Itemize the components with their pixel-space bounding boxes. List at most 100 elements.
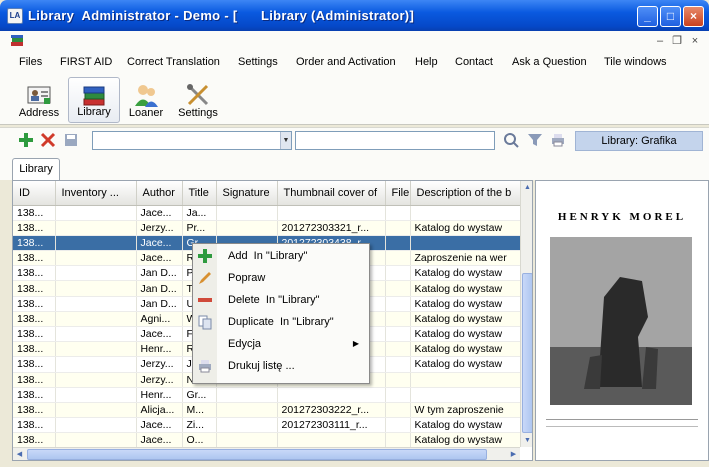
table-cell: 201272303321_r... bbox=[277, 220, 386, 236]
menu-settings[interactable]: Settings bbox=[238, 56, 278, 68]
close-button[interactable]: × bbox=[683, 6, 704, 27]
table-cell bbox=[385, 432, 411, 447]
table-row[interactable]: 138... Alicja... M... 201272303222_r... W ty… bbox=[13, 402, 520, 419]
ctx-delete-label: Delete In "Library" bbox=[228, 294, 320, 306]
table-row[interactable]: 138... Jace... Ja... bbox=[13, 205, 520, 221]
table-row[interactable]: 138... Henr... Gr... bbox=[13, 387, 520, 403]
save-icon[interactable] bbox=[63, 132, 79, 148]
table-cell bbox=[410, 235, 520, 252]
ctx-duplicate-item[interactable]: Duplicate In "Library" bbox=[193, 312, 369, 333]
table-cell: 201272303222_r... bbox=[277, 402, 386, 419]
column-header[interactable]: Inventory ... bbox=[55, 181, 137, 206]
scroll-up-icon[interactable]: ▲ bbox=[521, 181, 532, 194]
vertical-scrollbar[interactable]: ▲ ▼ bbox=[520, 181, 532, 447]
ctx-print-list-item[interactable]: Drukuj listę ... bbox=[193, 356, 369, 377]
minimize-button[interactable]: _ bbox=[637, 6, 658, 27]
menu-files[interactable]: Files bbox=[19, 56, 42, 68]
column-header[interactable]: Title bbox=[182, 181, 217, 206]
menu-order-activation[interactable]: Order and Activation bbox=[296, 56, 396, 68]
delete-icon[interactable] bbox=[40, 132, 56, 148]
table-cell bbox=[385, 417, 411, 434]
table-cell bbox=[385, 387, 411, 403]
filter-combo[interactable]: ▼ bbox=[92, 131, 292, 150]
table-cell: Pr... bbox=[182, 220, 217, 236]
table-cell: 138... bbox=[13, 372, 56, 388]
table-cell: Katalog do wystaw bbox=[410, 326, 520, 343]
table-cell bbox=[385, 402, 411, 419]
add-icon[interactable] bbox=[18, 132, 34, 148]
scroll-right-icon[interactable]: ▶ bbox=[507, 448, 520, 460]
column-header[interactable]: Author bbox=[136, 181, 183, 206]
print-icon[interactable] bbox=[550, 132, 566, 148]
scroll-down-icon[interactable]: ▼ bbox=[521, 434, 532, 447]
table-cell: Jace... bbox=[136, 417, 183, 434]
menu-tile-windows[interactable]: Tile windows bbox=[604, 56, 667, 68]
table-cell bbox=[385, 372, 411, 388]
column-header[interactable]: Signature bbox=[216, 181, 278, 206]
address-card-icon bbox=[27, 86, 51, 104]
column-header[interactable]: Thumbnail cover of bbox=[277, 181, 386, 206]
filter-icon[interactable] bbox=[527, 132, 543, 148]
table-row[interactable]: 138... Jerzy... Pr... 201272303321_r... Kata… bbox=[13, 220, 520, 236]
table-cell: 138... bbox=[13, 235, 56, 252]
table-cell: Katalog do wystaw bbox=[410, 432, 520, 447]
table-cell: Jace... bbox=[136, 250, 183, 267]
menu-ask-question[interactable]: Ask a Question bbox=[512, 56, 587, 68]
column-header[interactable]: Description of the b bbox=[410, 181, 520, 206]
table-cell: Zaproszenie na wer bbox=[410, 250, 520, 267]
table-cell: O... bbox=[182, 432, 217, 447]
submenu-arrow-icon: ▶ bbox=[352, 339, 359, 348]
ctx-edit-item[interactable]: Popraw bbox=[193, 268, 369, 289]
ctx-add-item[interactable]: Add In "Library" bbox=[193, 246, 369, 267]
settings-button[interactable]: Settings bbox=[176, 77, 220, 123]
table-cell bbox=[277, 205, 386, 221]
table-cell bbox=[55, 341, 137, 358]
table-cell: Jan D... bbox=[136, 280, 183, 297]
table-cell: Jerzy... bbox=[136, 220, 183, 236]
chevron-down-icon[interactable]: ▼ bbox=[280, 132, 291, 149]
ctx-edition-submenu[interactable]: Edycja ▶ bbox=[193, 334, 369, 355]
table-cell: 138... bbox=[13, 265, 56, 282]
table-cell bbox=[216, 220, 278, 236]
table-cell bbox=[385, 296, 411, 312]
table-row[interactable]: 138... Jace... Zi... 201272303111_r... Katal… bbox=[13, 417, 520, 434]
table-cell: Katalog do wystaw bbox=[410, 280, 520, 297]
people-icon bbox=[135, 85, 158, 107]
table-cell bbox=[216, 402, 278, 419]
table-cell: Katalog do wystaw bbox=[410, 417, 520, 434]
table-cell: Jace... bbox=[136, 432, 183, 447]
mdi-close-button[interactable]: × bbox=[688, 34, 702, 48]
column-header[interactable]: File bbox=[385, 181, 411, 206]
menu-correct-translation[interactable]: Correct Translation bbox=[127, 56, 220, 68]
loaner-button[interactable]: Loaner bbox=[124, 77, 168, 123]
table-cell bbox=[216, 417, 278, 434]
vertical-scroll-thumb[interactable] bbox=[522, 273, 532, 433]
search-input[interactable] bbox=[295, 131, 495, 150]
ctx-delete-item[interactable]: Delete In "Library" bbox=[193, 290, 369, 311]
menu-help[interactable]: Help bbox=[415, 56, 438, 68]
table-cell: Katalog do wystaw bbox=[410, 220, 520, 236]
maximize-button[interactable]: □ bbox=[660, 6, 681, 27]
table-row[interactable]: 138... Jace... O... Katalog do wystaw bbox=[13, 432, 520, 447]
table-cell bbox=[55, 356, 137, 373]
horizontal-scroll-thumb[interactable] bbox=[27, 449, 487, 460]
table-cell: 201272303111_r... bbox=[277, 417, 386, 434]
search-icon[interactable] bbox=[503, 132, 519, 148]
horizontal-scrollbar[interactable]: ◀ ▶ bbox=[13, 447, 520, 460]
mdi-minimize-button[interactable]: – bbox=[653, 34, 667, 48]
table-cell bbox=[55, 265, 137, 282]
add-icon bbox=[198, 249, 212, 263]
table-cell bbox=[385, 250, 411, 267]
menu-contact[interactable]: Contact bbox=[455, 56, 493, 68]
table-cell: Henr... bbox=[136, 387, 183, 403]
scroll-left-icon[interactable]: ◀ bbox=[13, 448, 26, 460]
library-status-label: Library: Grafika bbox=[575, 131, 703, 151]
tab-library[interactable]: Library bbox=[12, 158, 60, 180]
column-header[interactable]: ID bbox=[13, 181, 56, 206]
mdi-restore-button[interactable]: ❐ bbox=[670, 34, 684, 48]
library-button[interactable]: Library bbox=[68, 77, 120, 123]
context-menu: Add In "Library" Popraw Delete In "Libra… bbox=[192, 243, 370, 384]
address-button[interactable]: Address bbox=[15, 77, 63, 123]
menu-first-aid[interactable]: FIRST AID bbox=[60, 56, 112, 68]
title-bar[interactable]: LA Library Administrator - Demo - [ Libr… bbox=[0, 0, 709, 31]
